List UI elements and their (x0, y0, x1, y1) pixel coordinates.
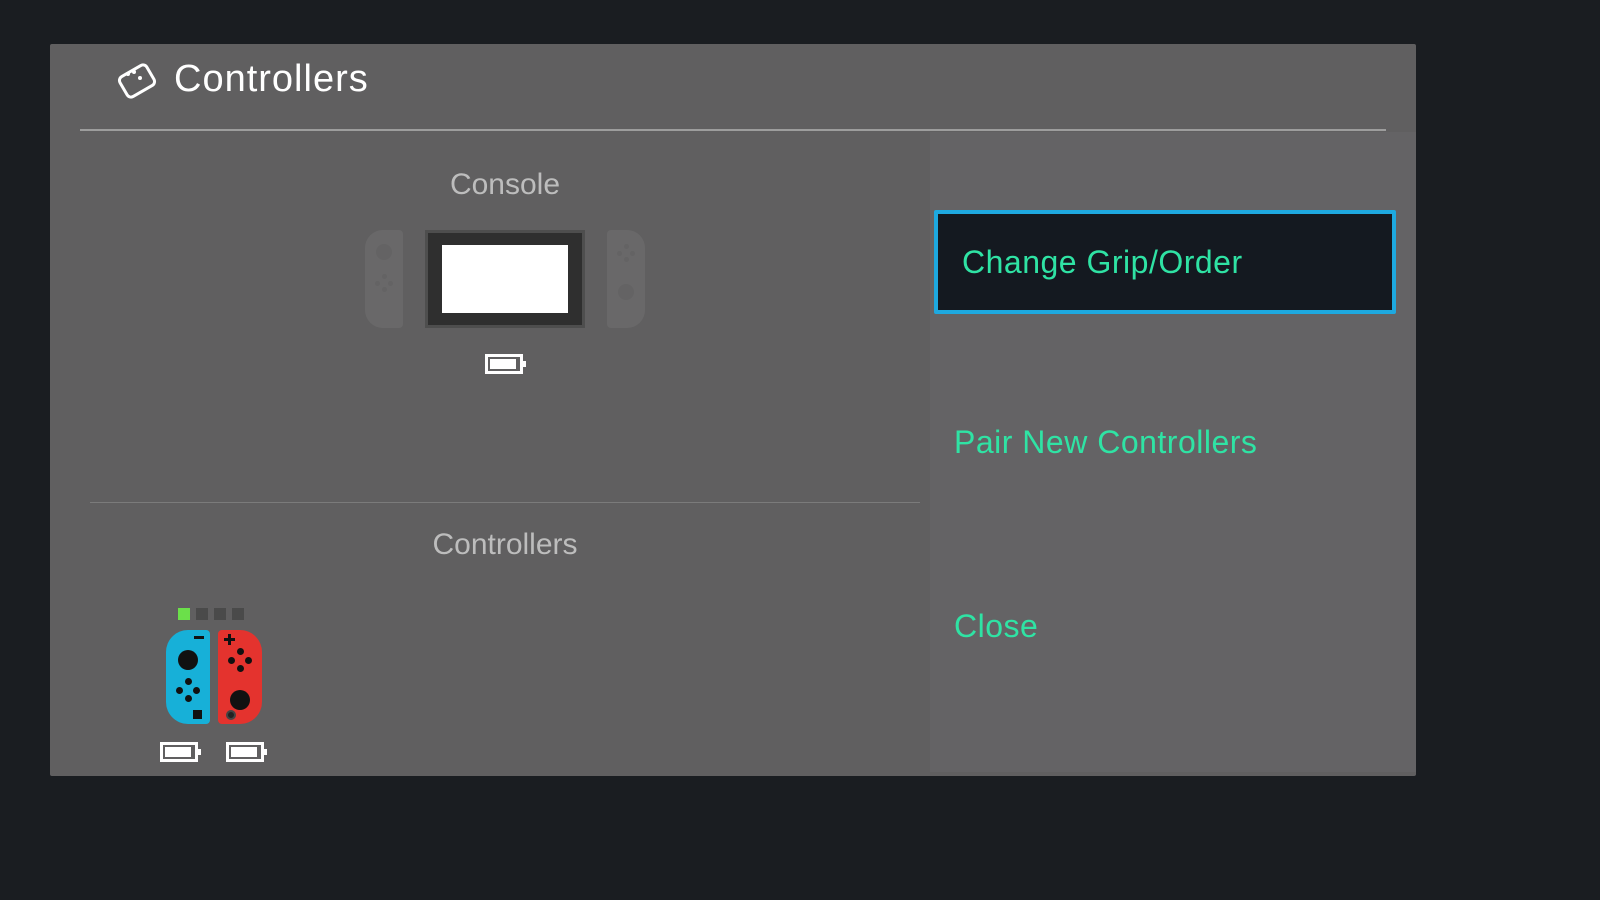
player-1 (160, 608, 340, 762)
joycon-right-icon (218, 630, 262, 724)
menu-change-grip-order[interactable]: Change Grip/Order (934, 210, 1396, 314)
menu-pair-new-controllers[interactable]: Pair New Controllers (930, 390, 1416, 494)
player-led-4-icon (232, 608, 244, 620)
menu-item-label: Change Grip/Order (962, 244, 1243, 281)
console-graphic (365, 230, 645, 328)
section-divider (90, 502, 920, 503)
controllers-label: Controllers (80, 528, 930, 562)
controllers-panel: Controllers Console (50, 44, 1416, 776)
menu-close[interactable]: Close (930, 574, 1416, 678)
console-label: Console (80, 168, 930, 202)
joycon-slot-left-icon (365, 230, 403, 328)
joycon-pair-icon (166, 630, 340, 724)
console-body-icon (425, 230, 585, 328)
player-led-3-icon (214, 608, 226, 620)
header: Controllers (112, 58, 369, 101)
console-battery-icon (485, 354, 525, 374)
player-led-1-icon (178, 608, 190, 620)
menu-item-label: Pair New Controllers (954, 424, 1257, 461)
menu: Change Grip/Order Pair New Controllers C… (930, 132, 1416, 772)
joycon-left-battery-icon (160, 742, 198, 762)
player-led-row (178, 608, 340, 620)
status-area: Console Controllers (80, 132, 930, 772)
joycon-left-icon (166, 630, 210, 724)
controller-icon (112, 66, 156, 94)
header-divider (80, 129, 1386, 131)
controllers-section: Controllers (80, 528, 930, 562)
page-title: Controllers (174, 58, 369, 101)
joycon-battery-row (160, 742, 340, 762)
joycon-slot-right-icon (607, 230, 645, 328)
menu-item-label: Close (954, 608, 1038, 645)
joycon-right-battery-icon (226, 742, 264, 762)
console-section: Console (80, 168, 930, 374)
player-led-2-icon (196, 608, 208, 620)
